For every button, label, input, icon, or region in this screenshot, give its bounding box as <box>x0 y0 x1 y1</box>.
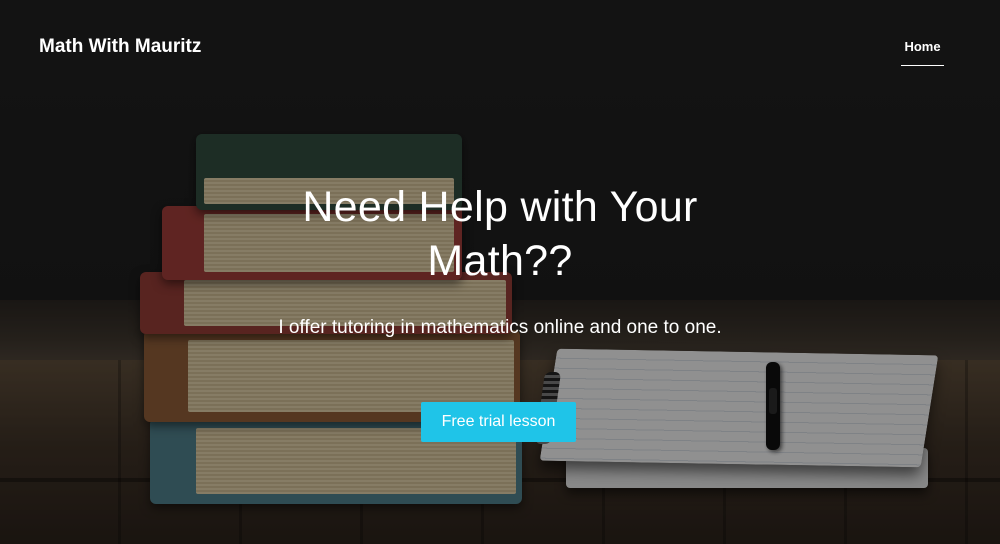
hero-subheading: I offer tutoring in mathematics online a… <box>278 317 722 338</box>
site-title-link[interactable]: Math With Mauritz <box>39 36 201 58</box>
hero-heading: Need Help with Your Math?? <box>302 183 698 285</box>
hero-section: Need Help with Your Math?? I offer tutor… <box>250 180 750 345</box>
free-trial-lesson-button[interactable]: Free trial lesson <box>421 402 576 442</box>
nav-item-home[interactable]: Home <box>901 39 944 66</box>
